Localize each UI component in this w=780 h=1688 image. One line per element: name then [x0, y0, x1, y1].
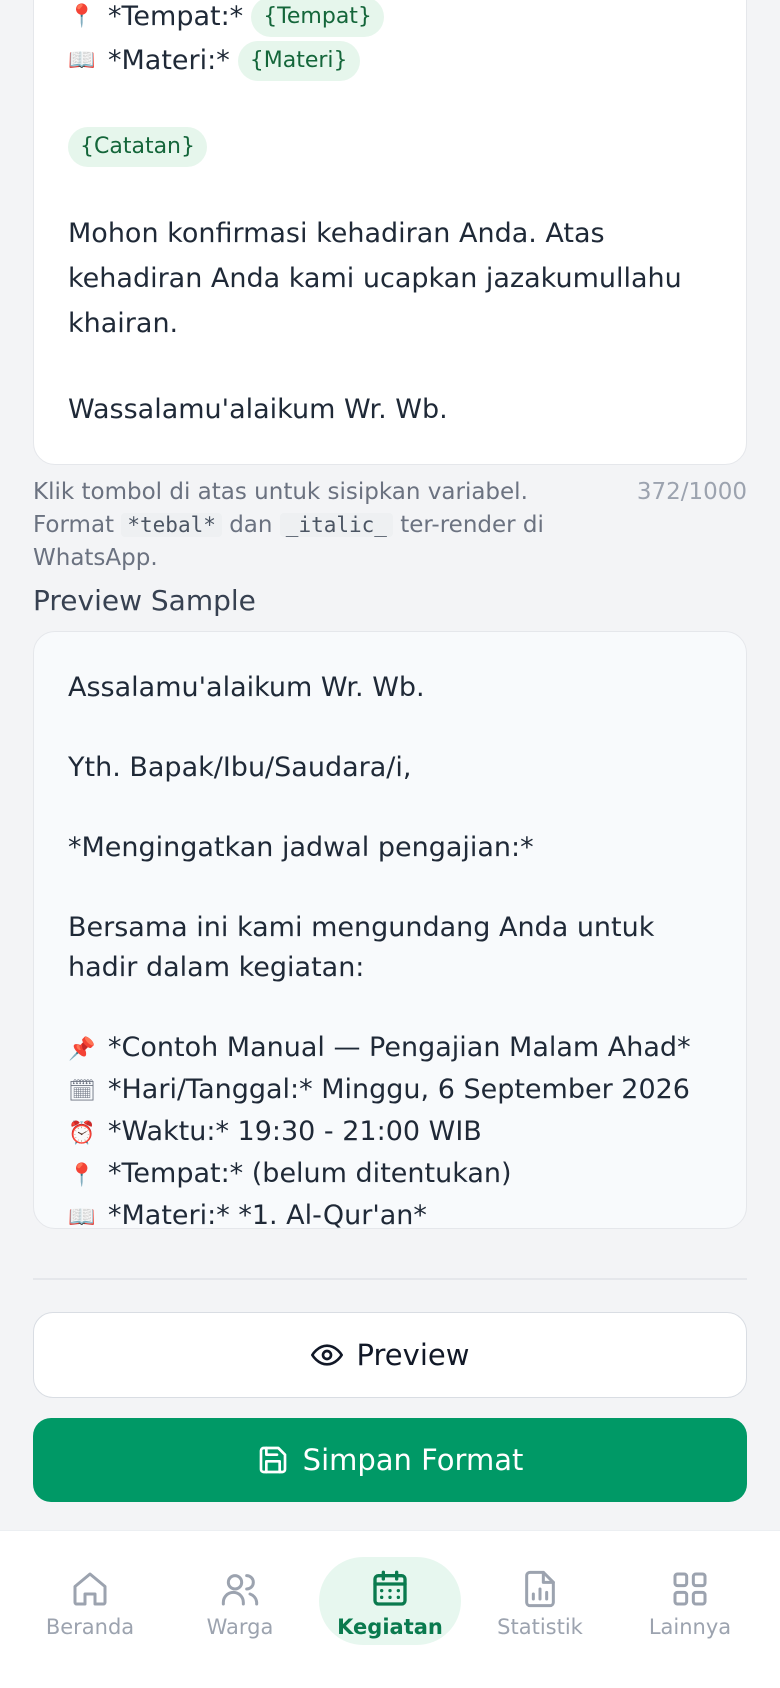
preview-detail-place: 📍 *Tempat:* (belum ditentukan)	[68, 1154, 712, 1196]
variable-chip-catatan[interactable]: {Catatan}	[68, 127, 207, 167]
preview-sample-card: Assalamu'alaikum Wr. Wb. Yth. Bapak/Ibu/…	[33, 631, 747, 1229]
nav-label: Kegiatan	[337, 1615, 443, 1639]
template-editor[interactable]: 📍 *Tempat:* {Tempat} 📖 *Materi:* {Materi…	[33, 0, 747, 465]
preview-detail-time: ⏰ *Waktu:* 19:30 - 21:00 WIB	[68, 1112, 712, 1154]
nav-label: Beranda	[45, 1615, 135, 1639]
save-icon	[259, 1446, 286, 1474]
italic-format-code: _italic_	[279, 513, 393, 537]
nav-item-beranda[interactable]: Beranda	[20, 1531, 160, 1688]
alarm-clock-icon: ⏰	[68, 1121, 96, 1146]
home-icon	[73, 1572, 107, 1606]
eye-icon	[310, 1344, 343, 1366]
variable-chip-materi[interactable]: {Materi}	[237, 41, 360, 81]
nav-item-statistik[interactable]: Statistik	[470, 1531, 610, 1688]
detail-text: *Hari/Tanggal:* Minggu, 6 September 2026	[108, 1074, 690, 1105]
editor-line-materi: 📖 *Materi:* {Materi}	[68, 39, 712, 83]
editor-closing: Wassalamu'alaikum Wr. Wb.	[68, 394, 448, 425]
detail-text: *Materi:* *1. Al-Qur'an*	[108, 1200, 427, 1229]
editor-label: *Materi:*	[108, 45, 230, 76]
nav-item-kegiatan[interactable]: Kegiatan	[319, 1531, 461, 1688]
divider	[33, 1278, 747, 1280]
detail-text: *Waktu:* 19:30 - 21:00 WIB	[108, 1116, 482, 1147]
chart-icon	[525, 1570, 555, 1608]
pin-icon: 📍	[68, 4, 96, 29]
bottom-navigation: Beranda Warga Kegiatan Statistik Lainnya	[0, 1530, 780, 1688]
book-icon: 📖	[68, 1205, 96, 1229]
preview-button[interactable]: Preview	[33, 1312, 747, 1398]
preview-recipient: Yth. Bapak/Ibu/Saudara/i,	[68, 752, 412, 783]
nav-item-lainnya[interactable]: Lainnya	[620, 1531, 760, 1688]
nav-item-warga[interactable]: Warga	[170, 1531, 310, 1688]
preview-detail-date: 🗓 *Hari/Tanggal:* Minggu, 6 September 202…	[68, 1070, 712, 1112]
calendar-icon: 🗓	[68, 1079, 96, 1104]
nav-label: Statistik	[497, 1615, 583, 1639]
nav-label: Lainnya	[648, 1615, 732, 1639]
book-icon: 📖	[68, 48, 96, 73]
helper-text: dan	[221, 512, 280, 538]
bold-format-code: *tebal*	[121, 513, 222, 537]
preview-sample-title: Preview Sample	[33, 584, 256, 617]
grid-icon	[673, 1572, 707, 1606]
editor-label: *Tempat:*	[108, 1, 244, 32]
save-format-button[interactable]: Simpan Format	[33, 1418, 747, 1502]
preview-button-label: Preview	[356, 1338, 470, 1372]
preview-detail-materi: 📖 *Materi:* *1. Al-Qur'an*	[68, 1196, 712, 1229]
editor-paragraph: Mohon konfirmasi kehadiran Anda. Atas ke…	[68, 218, 682, 339]
pin-icon: 📍	[68, 1163, 96, 1188]
calendar-icon	[373, 1570, 407, 1606]
nav-label: Warga	[206, 1615, 274, 1639]
editor-line-tempat: 📍 *Tempat:* {Tempat}	[68, 0, 712, 39]
detail-text: *Tempat:* (belum ditentukan)	[108, 1158, 512, 1189]
preview-detail-title: 📌 *Contoh Manual — Pengajian Malam Ahad*	[68, 1028, 712, 1070]
preview-invite: Bersama ini kami mengundang Anda untuk h…	[68, 912, 655, 983]
character-counter: 372/1000	[636, 479, 747, 505]
users-icon	[221, 1574, 259, 1606]
detail-text: *Contoh Manual — Pengajian Malam Ahad*	[108, 1032, 691, 1063]
variable-chip-tempat[interactable]: {Tempat}	[251, 0, 384, 37]
template-editor-screen: 📍 *Tempat:* {Tempat} 📖 *Materi:* {Materi…	[0, 0, 780, 1688]
preview-reminder: *Mengingatkan jadwal pengajian:*	[68, 832, 534, 863]
editor-line-catatan: {Catatan}	[68, 125, 712, 169]
preview-greeting: Assalamu'alaikum Wr. Wb.	[68, 672, 425, 703]
pushpin-icon: 📌	[68, 1037, 96, 1062]
save-format-button-label: Simpan Format	[302, 1443, 524, 1477]
editor-helper-text: Klik tombol di atas untuk sisipkan varia…	[33, 476, 747, 575]
